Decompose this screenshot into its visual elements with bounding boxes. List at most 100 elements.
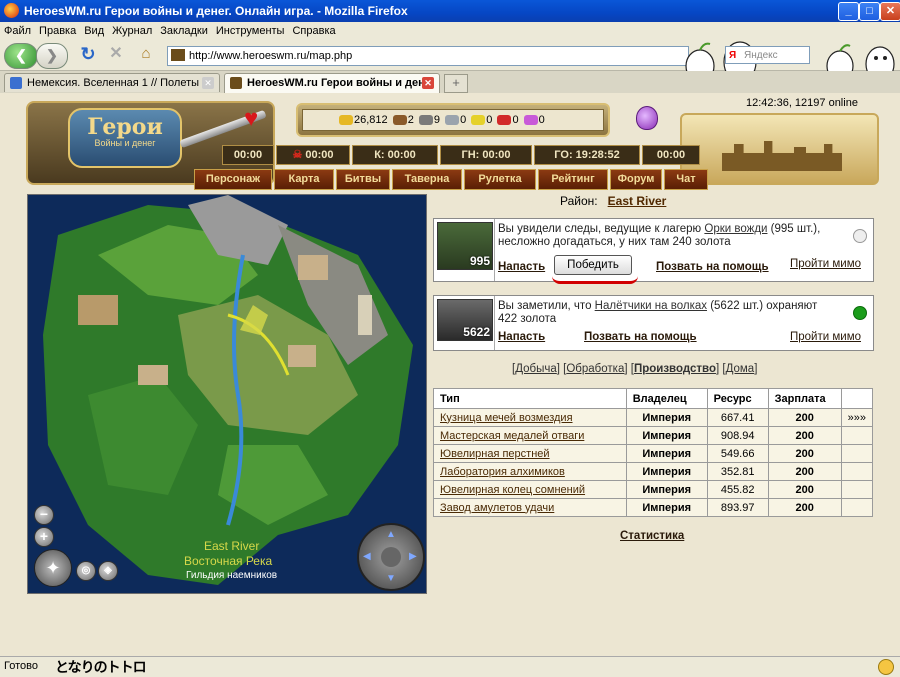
object-link[interactable]: Мастерская медалей отваги: [440, 430, 584, 442]
stop-button[interactable]: ✕: [106, 43, 126, 67]
menu-tools[interactable]: Инструменты: [212, 22, 289, 37]
object-link[interactable]: Ювелирная колец сомнений: [440, 484, 585, 496]
game-logo[interactable]: Герои Войны и денег: [68, 108, 182, 168]
menu-history[interactable]: Журнал: [108, 22, 156, 37]
map-label-russian: Восточная Река: [184, 554, 273, 568]
menu-roulette[interactable]: Рулетка: [464, 169, 536, 190]
menu-battles[interactable]: Битвы: [336, 169, 390, 190]
url-bar[interactable]: http://www.heroeswm.ru/map.php: [167, 46, 689, 66]
compass-icon[interactable]: ✦: [34, 549, 72, 587]
crystal-icon: [497, 115, 512, 126]
mercury-resource: 0: [445, 110, 466, 130]
navigation-toolbar: ❮ ❯ ↻ ✕ ⌂ http://www.heroeswm.ru/map.php…: [0, 40, 900, 83]
salary-cell: 200: [767, 444, 842, 463]
win-button[interactable]: Победить: [554, 255, 632, 275]
totoro-status-decoration: となりのトトロ: [55, 660, 147, 676]
gem-icon: [523, 115, 538, 126]
attack-link[interactable]: Напасть: [498, 261, 545, 273]
status-dot-green: [853, 306, 867, 320]
statistics-link[interactable]: Статистика: [620, 530, 684, 542]
object-link[interactable]: Лаборатория алхимиков: [440, 466, 565, 478]
menu-view[interactable]: Вид: [80, 22, 108, 37]
reload-button[interactable]: ↻: [78, 43, 98, 67]
forward-button[interactable]: ❯: [36, 43, 68, 69]
orc-chief-portrait[interactable]: 995: [437, 222, 493, 270]
table-row: Ювелирная колец сомнений Империя 455.82 …: [433, 480, 874, 499]
more-link[interactable]: »»»: [840, 408, 874, 427]
table-row: Лаборатория алхимиков Империя 352.81 200: [433, 462, 874, 481]
wood-resource: 2: [392, 110, 414, 130]
menu-rating[interactable]: Рейтинг: [538, 169, 608, 190]
object-link[interactable]: Ювелирная перстней: [440, 448, 550, 460]
menu-bookmarks[interactable]: Закладки: [156, 22, 212, 37]
category-processing[interactable]: Обработка: [566, 363, 624, 375]
map-scroll-dpad[interactable]: ▲ ▼ ◀ ▶: [357, 523, 425, 591]
game-menu: Персонаж Карта Битвы Таверна Рулетка Рей…: [190, 169, 710, 190]
wolf-raiders-link[interactable]: Налётчики на волках: [595, 300, 707, 312]
mercury-icon: [445, 115, 460, 126]
table-row: Завод амулетов удачи Империя 893.97 200: [433, 498, 874, 517]
menu-edit[interactable]: Правка: [35, 22, 80, 37]
category-houses[interactable]: Дома: [726, 363, 755, 375]
menu-forum[interactable]: Форум: [610, 169, 662, 190]
object-link[interactable]: Завод амулетов удачи: [440, 502, 554, 514]
home-button[interactable]: ⌂: [136, 43, 156, 67]
window-title: HeroesWM.ru Герои войны и денег. Онлайн …: [24, 4, 408, 18]
menu-help[interactable]: Справка: [288, 22, 339, 37]
district-label: Район:: [560, 194, 598, 208]
extra-cell: [840, 480, 874, 499]
salary-cell: 200: [767, 480, 842, 499]
server-clock: 12:42:36, 12197 online: [746, 97, 858, 109]
world-map[interactable]: East River Восточная Река Гильдия наемни…: [27, 194, 427, 594]
firefox-icon: [4, 3, 19, 18]
menu-tavern[interactable]: Таверна: [392, 169, 462, 190]
encounter-count: 995: [469, 254, 490, 268]
category-production[interactable]: Производство: [634, 363, 716, 375]
category-extraction[interactable]: Добыча: [515, 363, 557, 375]
stop-icon: ✕: [109, 45, 123, 62]
sulfur-resource: 0: [471, 110, 492, 130]
menu-character[interactable]: Персонаж: [194, 169, 272, 190]
object-link[interactable]: Кузница мечей возмездия: [440, 412, 573, 424]
pass-by-link[interactable]: Пройти мимо: [790, 258, 861, 270]
attack-link[interactable]: Напасть: [498, 331, 545, 343]
zoom-in-button[interactable]: +: [34, 527, 54, 547]
layers-icon[interactable]: ◈: [98, 561, 118, 581]
locate-icon[interactable]: ◎: [76, 561, 96, 581]
minimize-button[interactable]: _: [838, 2, 859, 21]
back-button[interactable]: ❮: [4, 43, 38, 69]
tab-close-icon[interactable]: ✕: [202, 77, 214, 89]
call-help-link[interactable]: Позвать на помощь: [656, 261, 769, 273]
encounter-count: 5622: [463, 325, 490, 339]
menu-file[interactable]: Файл: [0, 22, 35, 37]
yandex-icon: Я: [729, 50, 737, 61]
col-resource: Ресурс: [706, 388, 769, 409]
pass-by-link[interactable]: Пройти мимо: [790, 331, 861, 343]
menu-chat[interactable]: Чат: [664, 169, 708, 190]
search-input[interactable]: Я Яндекс: [725, 46, 810, 64]
call-help-link[interactable]: Позвать на помощь: [584, 331, 697, 343]
ore-icon: [418, 115, 433, 126]
zoom-out-button[interactable]: −: [34, 505, 54, 525]
resource-cell: 549.66: [706, 444, 769, 463]
owner-cell: Империя: [625, 426, 708, 445]
menu-map[interactable]: Карта: [274, 169, 334, 190]
orc-chiefs-link[interactable]: Орки вожди: [704, 223, 767, 235]
maximize-button[interactable]: □: [859, 2, 880, 21]
potion-icon[interactable]: [636, 106, 658, 130]
district-link[interactable]: East River: [608, 194, 667, 208]
ore-resource: 9: [418, 110, 440, 130]
encounter-text: Вы заметили, что Налётчики на волках (56…: [498, 300, 818, 325]
wood-icon: [392, 115, 407, 126]
tab-close-icon[interactable]: ✕: [422, 77, 434, 89]
smiley-icon[interactable]: [878, 659, 894, 675]
close-button[interactable]: ✕: [880, 2, 900, 21]
district-line: Район: East River: [560, 194, 666, 208]
tab-nemeksiya[interactable]: Немексия. Вселенная 1 // Полеты ✕: [4, 73, 220, 92]
crystal-resource: 0: [497, 110, 519, 130]
tab-heroeswm[interactable]: HeroesWM.ru Герои войны и ден... ✕: [224, 73, 440, 93]
heart-icon[interactable]: ♥: [244, 105, 258, 133]
new-tab-button[interactable]: +: [444, 74, 468, 93]
win-underline-annotation: [552, 276, 638, 284]
wolf-raider-portrait[interactable]: 5622: [437, 299, 493, 341]
